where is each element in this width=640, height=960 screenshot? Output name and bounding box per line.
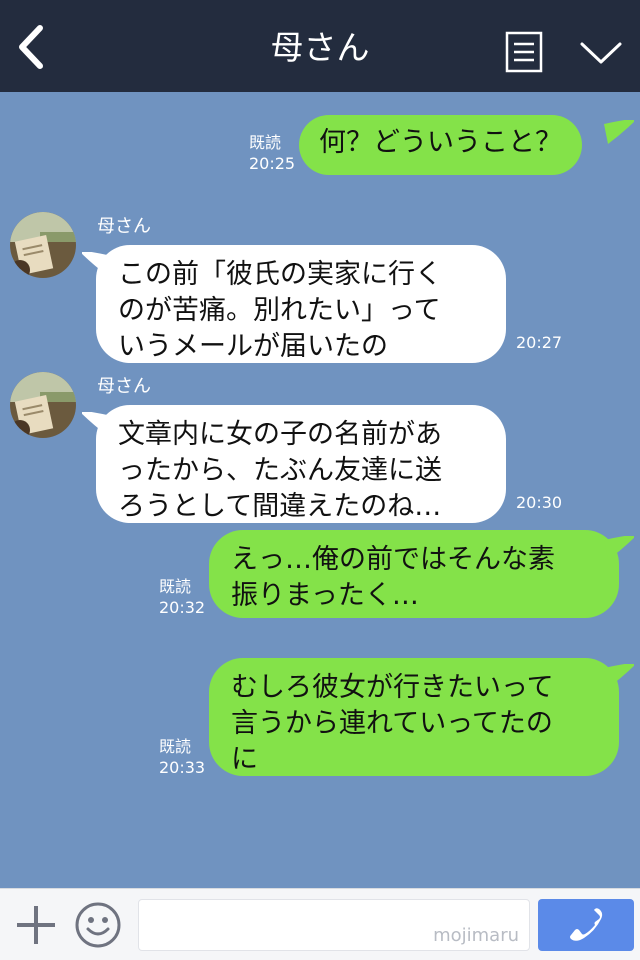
message-meta: 既読 20:25 [249, 132, 295, 174]
received-message-bubble[interactable]: この前「彼氏の実家に行く のが苦痛。別れたい」って いうメールが届いたの [96, 245, 506, 363]
message-meta: 既読 20:32 [159, 576, 205, 618]
message-time: 20:27 [516, 333, 563, 352]
message-line: えっ…俺の前ではそんな素 [231, 544, 555, 575]
message-input[interactable]: mojimaru [138, 899, 530, 951]
message-line: むしろ彼女が行きたいって [231, 672, 554, 703]
message-composer: mojimaru [0, 888, 640, 960]
message-line: いうメールが届いたの [118, 331, 388, 362]
read-receipt: 既読 [249, 133, 282, 152]
sent-message-bubble[interactable]: むしろ彼女が行きたいって 言うから連れていってたの に [209, 658, 619, 776]
sender-name: 母さん [97, 216, 151, 237]
message-line: に [231, 744, 258, 775]
read-receipt: 既読 [159, 737, 192, 756]
bubble-tail [604, 120, 634, 144]
bubble-tail [604, 536, 634, 560]
bubble-tail [604, 664, 634, 688]
message-line: ろうとして間違えたのね… [118, 491, 442, 522]
smiley-icon[interactable] [74, 901, 122, 949]
phone-icon [570, 908, 603, 941]
call-button[interactable] [538, 899, 634, 951]
chat-title: 母さん [270, 28, 370, 67]
message-time: 20:33 [159, 758, 206, 777]
avatar[interactable] [10, 212, 76, 278]
watermark-text: mojimaru [433, 925, 519, 946]
chat-header: 母さん [0, 0, 640, 92]
note-icon[interactable] [505, 31, 543, 73]
message-time: 20:25 [249, 154, 296, 173]
message-line: 言うから連れていってたの [231, 708, 553, 739]
plus-icon[interactable] [14, 903, 58, 947]
message-time: 20:32 [159, 598, 206, 617]
sent-message-bubble[interactable]: えっ…俺の前ではそんな素 振りまったく… [209, 530, 619, 618]
message-line: のが苦痛。別れたい」って [118, 295, 441, 326]
message-line: 文章内に女の子の名前があ [118, 419, 442, 450]
message-list[interactable]: 既読 20:25 何？どういうこと？ 母さん この前「彼氏の実家に行く のが苦痛… [0, 92, 640, 888]
message-line: 何？どういうこと？ [319, 127, 562, 158]
message-meta: 既読 20:33 [159, 736, 205, 778]
read-receipt: 既読 [159, 577, 192, 596]
message-line: 振りまったく… [231, 580, 419, 611]
message-time: 20:30 [516, 493, 563, 512]
received-message-bubble[interactable]: 文章内に女の子の名前があ ったから、たぶん友達に送 ろうとして間違えたのね… [96, 405, 506, 523]
message-line: この前「彼氏の実家に行く [118, 259, 442, 290]
sender-name: 母さん [97, 376, 151, 397]
avatar[interactable] [10, 372, 76, 438]
sent-message-bubble[interactable]: 何？どういうこと？ [299, 115, 582, 175]
message-line: ったから、たぶん友達に送 [118, 455, 442, 486]
chevron-down-icon[interactable] [578, 36, 624, 68]
